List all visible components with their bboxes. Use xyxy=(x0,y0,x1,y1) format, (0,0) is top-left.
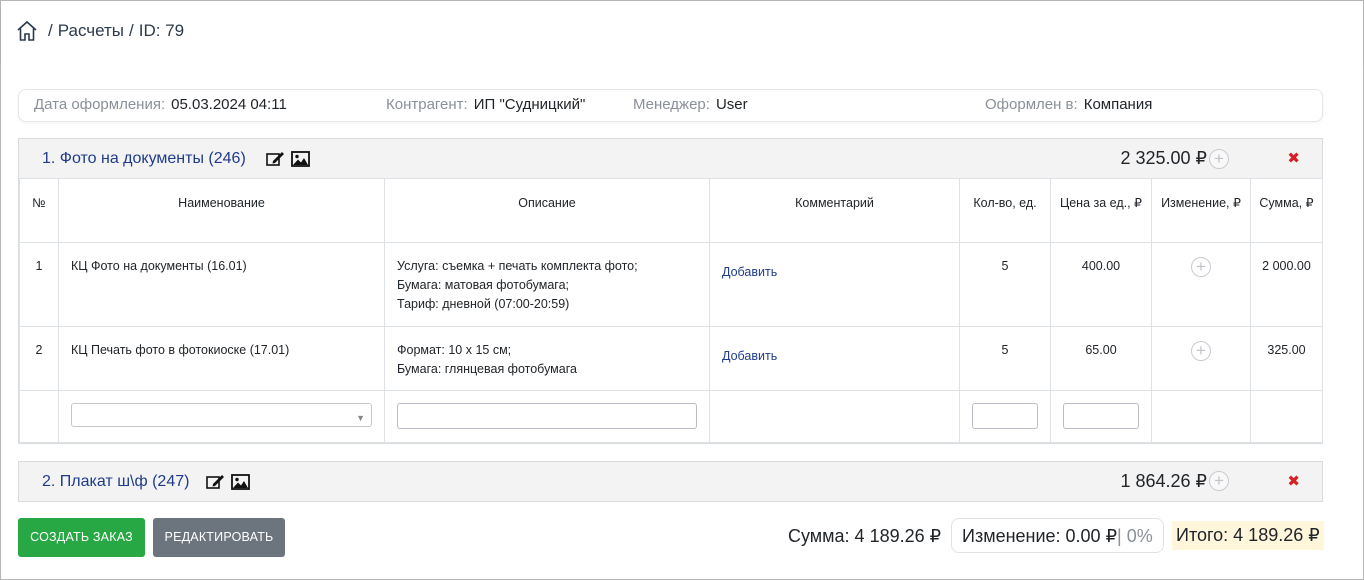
col-header-name: Наименование xyxy=(58,178,385,243)
breadcrumb-separator: / xyxy=(129,20,134,40)
row-price: 400.00 xyxy=(1050,242,1152,327)
new-row-qty xyxy=(959,390,1051,443)
col-header-comment: Комментарий xyxy=(709,178,960,243)
group-header: 2. Плакат ш\ф (247) 1 864.26 ₽ + ✖ xyxy=(19,462,1322,501)
group-sum: 2 325.00 ₽ xyxy=(1120,148,1207,168)
add-circle-icon[interactable]: + xyxy=(1209,471,1229,491)
add-comment-link[interactable]: Добавить xyxy=(722,349,777,363)
date-label: Дата оформления: xyxy=(34,96,166,113)
items-table: № Наименование Описание Комментарий Кол-… xyxy=(19,178,1323,443)
new-item-row: ▼ xyxy=(19,390,1323,443)
table-header-row: № Наименование Описание Комментарий Кол-… xyxy=(19,178,1323,243)
info-date: Дата оформления: 05.03.2024 04:11 xyxy=(34,96,287,113)
manager-label: Менеджер: xyxy=(633,96,710,113)
edit-icon[interactable] xyxy=(206,474,225,490)
new-row-comment xyxy=(709,390,960,443)
desc-line: Бумага: глянцевая фотобумага xyxy=(397,362,577,376)
row-change: + xyxy=(1151,242,1251,327)
new-row-name: ▼ xyxy=(58,390,385,443)
group-actions xyxy=(206,474,250,490)
row-qty: 5 xyxy=(959,242,1051,327)
group-title[interactable]: 2. Плакат ш\ф (247) xyxy=(42,473,189,491)
row-description: Формат: 10 х 15 см; Бумага: глянцевая фо… xyxy=(384,326,710,391)
item-select[interactable]: ▼ xyxy=(71,403,372,427)
description-input[interactable] xyxy=(397,403,697,429)
group-title[interactable]: 1. Фото на документы (246) xyxy=(42,150,246,168)
create-order-button[interactable]: СОЗДАТЬ ЗАКАЗ xyxy=(18,518,145,557)
close-icon[interactable]: ✖ xyxy=(1287,472,1300,490)
new-row-sum xyxy=(1250,390,1323,443)
col-header-price: Цена за ед., ₽ xyxy=(1050,178,1152,243)
row-no: 2 xyxy=(19,326,59,391)
total-final: Итого: 4 189.26 ₽ xyxy=(1172,521,1324,550)
col-header-qty: Кол-во, ед. xyxy=(959,178,1051,243)
col-header-change: Изменение, ₽ xyxy=(1151,178,1251,243)
date-value: 05.03.2024 04:11 xyxy=(171,96,287,113)
add-change-icon[interactable]: + xyxy=(1191,341,1211,361)
row-change: + xyxy=(1151,326,1251,391)
home-icon[interactable] xyxy=(16,20,38,42)
group-actions xyxy=(266,151,310,167)
row-name: КЦ Печать фото в фотокиоске (17.01) xyxy=(58,326,385,391)
total-change: Изменение: 0.00 ₽| 0% xyxy=(951,518,1164,553)
info-contractor: Контрагент: ИП "Судницкий" xyxy=(386,96,585,113)
breadcrumb: / Расчеты / ID: 79 xyxy=(1,1,1363,60)
breadcrumb-section[interactable]: Расчеты xyxy=(58,21,124,41)
desc-line: Бумага: матовая фотобумага; xyxy=(397,278,570,292)
add-comment-link[interactable]: Добавить xyxy=(722,265,777,279)
table-row: 2 КЦ Печать фото в фотокиоске (17.01) Фо… xyxy=(19,326,1323,391)
price-input[interactable] xyxy=(1063,403,1139,429)
new-row-no xyxy=(19,390,59,443)
row-comment: Добавить xyxy=(709,326,960,391)
issued-value: Компания xyxy=(1083,96,1153,113)
row-no: 1 xyxy=(19,242,59,327)
col-header-sum: Сумма, ₽ xyxy=(1250,178,1323,243)
add-change-icon[interactable]: + xyxy=(1191,257,1211,277)
new-row-price xyxy=(1050,390,1152,443)
edit-icon[interactable] xyxy=(266,151,285,167)
change-value: Изменение: 0.00 ₽ xyxy=(962,526,1118,546)
quantity-input[interactable] xyxy=(972,403,1038,429)
total-sum: Сумма: 4 189.26 ₽ xyxy=(788,526,942,546)
breadcrumb-separator: / xyxy=(48,20,53,40)
info-issued: Оформлен в: Компания xyxy=(985,96,1152,113)
new-row-change xyxy=(1151,390,1251,443)
order-group-1: 1. Фото на документы (246) 2 325.00 ₽ + … xyxy=(18,138,1323,444)
chevron-down-icon: ▼ xyxy=(356,413,365,423)
desc-line: Формат: 10 х 15 см; xyxy=(397,343,512,357)
row-qty: 5 xyxy=(959,326,1051,391)
table-row: 1 КЦ Фото на документы (16.01) Услуга: с… xyxy=(19,242,1323,327)
image-icon[interactable] xyxy=(291,151,310,167)
order-info-bar: Дата оформления: 05.03.2024 04:11 Контраг… xyxy=(18,89,1323,122)
desc-line: Тариф: дневной (07:00-20:59) xyxy=(397,297,570,311)
manager-value: User xyxy=(715,96,748,113)
col-header-no: № xyxy=(19,178,59,243)
new-row-desc xyxy=(384,390,710,443)
row-comment: Добавить xyxy=(709,242,960,327)
contractor-value: ИП "Судницкий" xyxy=(473,96,586,113)
row-description: Услуга: съемка + печать комплекта фото; … xyxy=(384,242,710,327)
image-icon[interactable] xyxy=(231,474,250,490)
change-percent: | 0% xyxy=(1117,526,1153,546)
contractor-label: Контрагент: xyxy=(386,96,468,113)
col-header-desc: Описание xyxy=(384,178,710,243)
group-header: 1. Фото на документы (246) 2 325.00 ₽ + … xyxy=(19,139,1322,178)
row-sum: 325.00 xyxy=(1250,326,1323,391)
close-icon[interactable]: ✖ xyxy=(1287,149,1300,167)
edit-button[interactable]: РЕДАКТИРОВАТЬ xyxy=(153,518,285,557)
row-sum: 2 000.00 xyxy=(1250,242,1323,327)
row-name: КЦ Фото на документы (16.01) xyxy=(58,242,385,327)
issued-label: Оформлен в: xyxy=(985,96,1078,113)
add-circle-icon[interactable]: + xyxy=(1209,149,1229,169)
group-sum: 1 864.26 ₽ xyxy=(1120,471,1207,491)
info-manager: Менеджер: User xyxy=(633,96,748,113)
row-price: 65.00 xyxy=(1050,326,1152,391)
desc-line: Услуга: съемка + печать комплекта фото; xyxy=(397,259,638,273)
breadcrumb-id: ID: 79 xyxy=(138,20,185,40)
order-group-2: 2. Плакат ш\ф (247) 1 864.26 ₽ + ✖ xyxy=(18,461,1323,502)
